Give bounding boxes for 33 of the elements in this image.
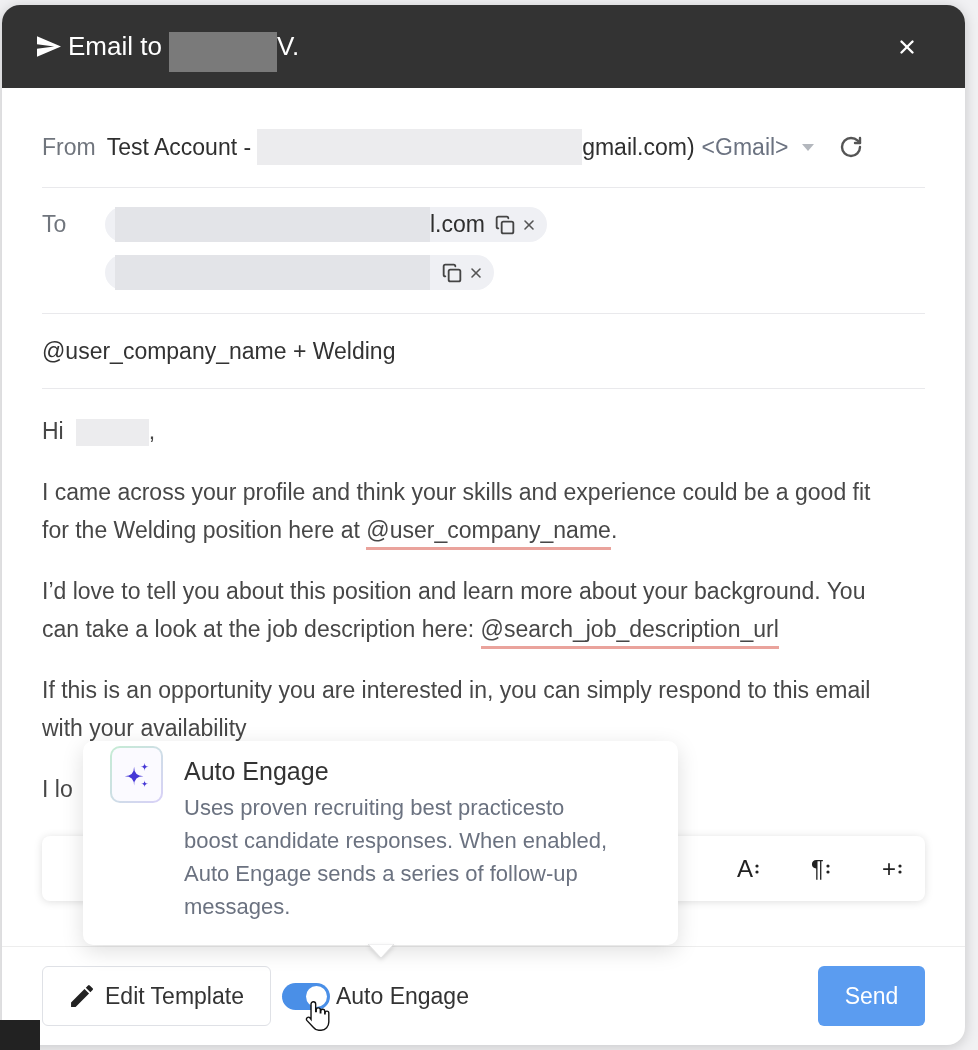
paper-plane-icon <box>37 36 61 57</box>
toolbar-button[interactable]: ¶ <box>811 854 830 883</box>
dots-icon <box>755 862 760 875</box>
pencil-icon <box>71 985 93 1007</box>
toolbar-button[interactable]: A <box>737 854 760 883</box>
sparkle-icon <box>110 746 163 803</box>
provider-label: <Gmail> <box>701 133 789 161</box>
greeting-line: Hi , <box>42 412 156 450</box>
body-paragraph: If this is an opportunity you are interested in, you can simply respond to this email with your availability <box>42 676 872 743</box>
dialog-title: Email to V. <box>68 31 300 62</box>
body-paragraph: I came across your profile and think your skills and experience could be a good fit for the Welding position here at @user_company_name. <box>42 473 892 549</box>
tooltip-title: Auto Engage <box>184 756 330 787</box>
dots-icon <box>898 862 902 875</box>
subject-field[interactable]: @user_company_name + Welding <box>42 314 925 388</box>
copy-icon[interactable] <box>442 262 462 283</box>
recipient-chip[interactable]: l.com <box>105 207 547 242</box>
toggle-label: Auto Engage <box>335 982 469 1010</box>
to-label: To <box>42 210 68 239</box>
body-paragraph: I lo <box>42 775 73 804</box>
toolbar-button[interactable]: + <box>882 854 902 883</box>
tooltip-description: Uses proven recruiting best practicesto boost candidate responses. When enabled, Auto Engage sends a series of follow-up messages. <box>184 794 609 921</box>
mention-token: @user_company_name <box>366 517 611 550</box>
dark-panel-block <box>0 1020 40 1050</box>
mention-token: @search_job_description_url <box>480 616 779 649</box>
hand-cursor-icon <box>304 1000 331 1031</box>
dots-icon <box>826 862 830 875</box>
body-paragraph: I’d love to tell you about this position and learn more about your background. You can take a look at the job description here: @search_job_description_url <box>42 572 892 648</box>
copy-icon[interactable] <box>494 214 515 235</box>
from-label: From <box>42 133 96 161</box>
toggle-switch[interactable] <box>281 982 330 1010</box>
edit-template-button[interactable]: Edit Template <box>42 966 271 1026</box>
refresh-icon[interactable] <box>838 135 863 159</box>
sender-address: Test Account - gmail.com) <box>106 129 695 165</box>
